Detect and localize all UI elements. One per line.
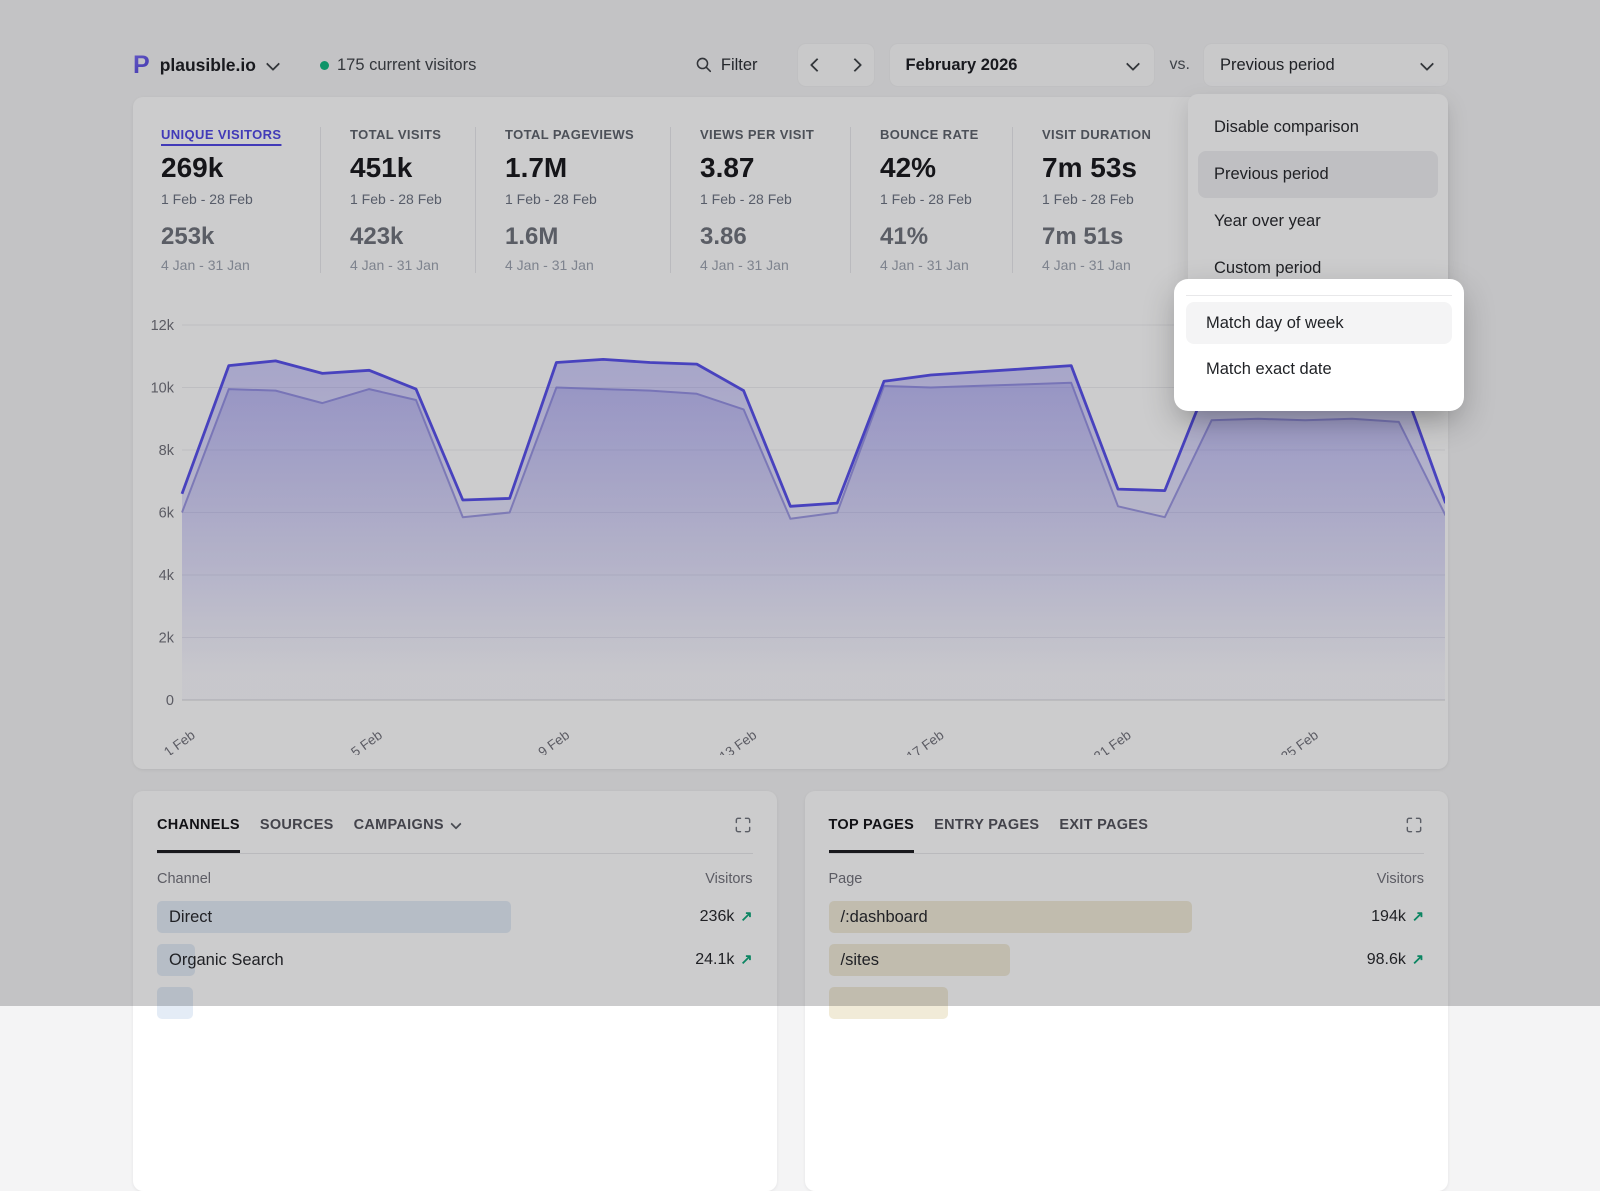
menu-item-match-day-of-week[interactable]: Match day of week [1186, 302, 1452, 344]
menu-item-match-exact-date[interactable]: Match exact date [1186, 348, 1452, 390]
dim-overlay [0, 0, 1600, 1006]
match-mode-spotlight: Match day of week Match exact date [1174, 279, 1464, 411]
menu-divider [1186, 295, 1452, 296]
